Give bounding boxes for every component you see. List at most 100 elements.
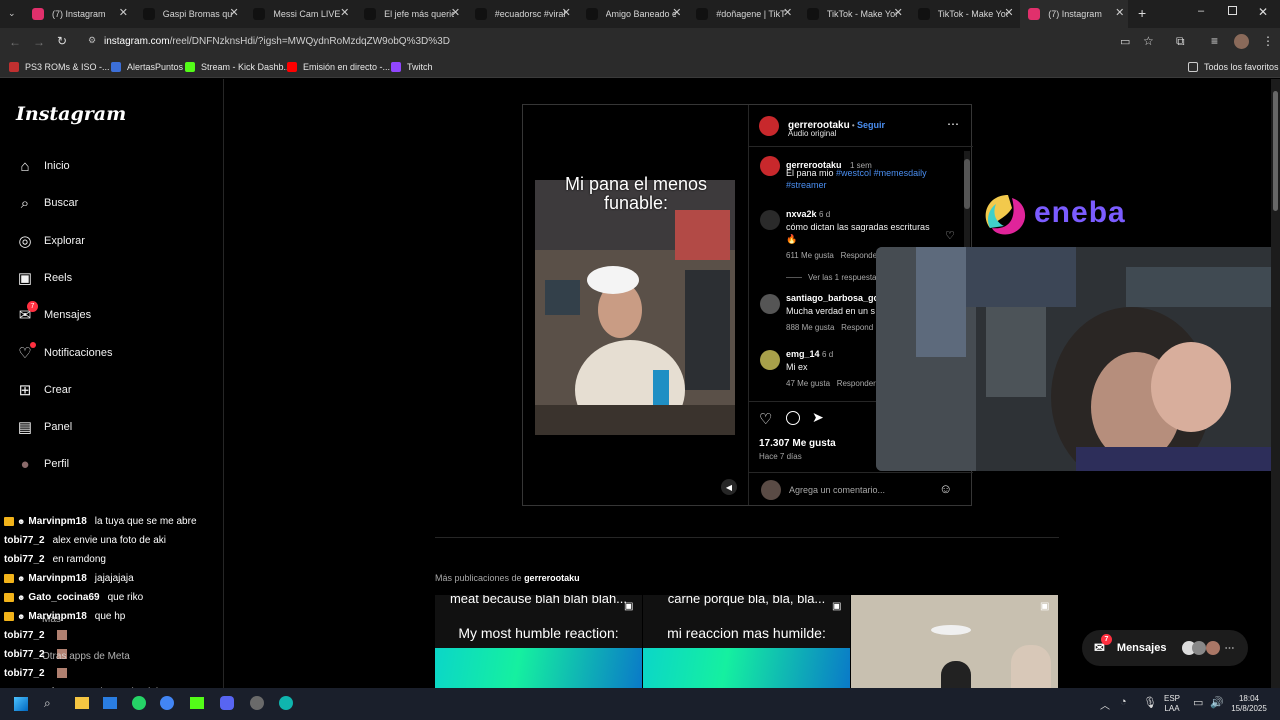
maximize-icon[interactable] — [1228, 6, 1237, 15]
sidebar-item-reels[interactable]: ▣ Reels — [16, 266, 72, 290]
comment-likes[interactable]: 47 Me gusta — [786, 379, 830, 388]
forward-icon[interactable]: → — [33, 35, 45, 49]
instagram-logo[interactable]: Instagram — [16, 103, 126, 125]
profile-avatar[interactable] — [1234, 34, 1249, 49]
store-icon[interactable] — [103, 697, 117, 709]
sidebar-item-explorar[interactable]: ◎ Explorar — [16, 229, 85, 253]
start-icon[interactable] — [14, 697, 28, 711]
media-control-icon[interactable]: ≡ — [1211, 34, 1218, 48]
language-indicator[interactable]: ESP LAA — [1164, 694, 1180, 714]
sidebar-item-notificaciones[interactable]: ♡ Notificaciones — [16, 341, 112, 365]
close-tab-icon[interactable]: ✕ — [119, 6, 128, 19]
more-posts-user[interactable]: gerrerootaku — [524, 573, 580, 583]
obs-icon[interactable] — [190, 697, 204, 709]
commenter-name[interactable]: emg_14 — [786, 349, 820, 359]
browser-tab[interactable]: #doñagene | TikT ✕ — [688, 0, 796, 28]
messages-button[interactable]: ✉ 7 Mensajes ⋯ — [1082, 630, 1248, 666]
close-tab-icon[interactable]: ✕ — [562, 6, 571, 19]
author-avatar[interactable] — [759, 116, 779, 136]
emoji-icon[interactable]: ☺ — [939, 481, 952, 496]
browser-menu-icon[interactable]: ⋮ — [1262, 34, 1274, 48]
close-window-icon[interactable]: ✕ — [1258, 5, 1268, 19]
browser-tab[interactable]: Messi Cam LIVE - ✕ — [245, 0, 353, 28]
url-field[interactable]: instagram.com/reel/DNFNzknsHdi/?igsh=MWQ… — [104, 31, 1124, 53]
more-post-thumb-2[interactable]: carne porque bla, bla, bla... mi reaccio… — [643, 595, 850, 688]
close-tab-icon[interactable]: ✕ — [451, 6, 460, 19]
browser-tab[interactable]: El jefe más queric ✕ — [356, 0, 464, 28]
bookmark-twitch[interactable]: Twitch — [391, 56, 433, 78]
browser-tab[interactable]: Amigo Baneado e ✕ — [578, 0, 686, 28]
volume-icon[interactable]: 🔊 — [1210, 696, 1224, 709]
new-tab-icon[interactable]: + — [1138, 5, 1146, 21]
bookmark-star-icon[interactable]: ☆ — [1143, 34, 1154, 48]
reel-video[interactable]: Mi pana el menos funable: ◀ — [523, 105, 748, 505]
network-icon[interactable]: ◔ — [1120, 696, 1127, 708]
whatsapp-icon[interactable] — [132, 696, 146, 710]
sidebar-item-mensajes[interactable]: ✉ 7 Mensajes — [16, 301, 91, 327]
comment-like-icon[interactable]: ♡ — [945, 229, 955, 242]
commenter-avatar[interactable] — [760, 210, 780, 230]
discord-icon[interactable] — [220, 696, 234, 710]
view-replies[interactable]: Ver las 1 respuestas — [808, 273, 880, 282]
page-scrollbar[interactable] — [1271, 79, 1280, 688]
sidebar-item-panel[interactable]: ▤ Panel — [16, 415, 72, 439]
commenter-name[interactable]: santiago_barbosa_gon — [786, 293, 885, 303]
other-apps-label[interactable]: Otras apps de Meta — [42, 651, 130, 662]
sidebar-item-inicio[interactable]: ⌂ Inicio — [16, 154, 69, 178]
reply-button[interactable]: Respond — [841, 323, 873, 332]
comment-likes[interactable]: 888 Me gusta — [786, 323, 834, 332]
comment-icon[interactable] — [786, 411, 800, 425]
microphone-icon[interactable]: 🎙 — [1143, 696, 1157, 709]
edge-icon[interactable] — [279, 696, 293, 710]
tab-list-chevron-icon[interactable]: ⌄ — [8, 8, 16, 19]
author-avatar[interactable] — [760, 156, 780, 176]
close-tab-icon[interactable]: ✕ — [1115, 6, 1124, 19]
mute-icon[interactable]: ◀ — [721, 479, 737, 495]
browser-tab[interactable]: #ecuadorsc #viral ✕ — [467, 0, 575, 28]
extensions-icon[interactable]: ⧉ — [1176, 34, 1185, 49]
sidebar-item-buscar[interactable]: ⌕ Buscar — [16, 191, 78, 215]
close-tab-icon[interactable]: ✕ — [1004, 6, 1013, 19]
audio-label[interactable]: Audio original — [788, 129, 836, 138]
commenter-avatar[interactable] — [760, 350, 780, 370]
comment-likes[interactable]: 611 Me gusta — [786, 251, 834, 260]
like-heart-icon[interactable]: ♡ — [759, 410, 772, 428]
browser-tab[interactable]: (7) Instagram ✕ — [24, 0, 132, 28]
reload-icon[interactable]: ↻ — [57, 34, 67, 48]
follow-button[interactable]: Seguir — [857, 120, 885, 130]
like-count[interactable]: 17.307 Me gusta — [759, 438, 836, 449]
tray-chevron-icon[interactable]: ︿ — [1100, 697, 1110, 712]
scrollbar-thumb[interactable] — [1273, 91, 1278, 211]
bookmark-youtube[interactable]: Emisión en directo -... — [287, 56, 390, 78]
close-tab-icon[interactable]: ✕ — [672, 6, 681, 19]
bookmark-ps3[interactable]: PS3 ROMs & ISO -... — [9, 56, 110, 78]
close-tab-icon[interactable]: ✕ — [894, 6, 903, 19]
more-options-icon[interactable]: ⋯ — [947, 117, 959, 131]
more-post-thumb-1[interactable]: meat because blah blah blah... My most h… — [435, 595, 642, 688]
browser-tab[interactable]: (7) Instagram ✕ — [1020, 0, 1129, 28]
cast-icon[interactable]: ▭ — [1120, 35, 1130, 48]
close-tab-icon[interactable]: ✕ — [783, 6, 792, 19]
site-info-icon[interactable]: ⚙ — [88, 35, 98, 45]
more-label[interactable]: Más — [42, 614, 61, 625]
display-icon[interactable]: ▭ — [1193, 696, 1203, 709]
bookmark-alertas[interactable]: AlertasPuntos — [111, 56, 183, 78]
share-icon[interactable]: ➤ — [812, 409, 824, 426]
browser-tab[interactable]: Gaspi Bromas qu ✕ — [135, 0, 243, 28]
back-icon[interactable]: ← — [9, 35, 21, 49]
commenter-avatar[interactable] — [760, 294, 780, 314]
clock[interactable]: 18:04 15/8/2025 — [1226, 694, 1272, 714]
commenter-name[interactable]: nxva2k — [786, 209, 817, 219]
app-icon[interactable] — [250, 696, 264, 710]
chrome-icon[interactable] — [160, 696, 174, 710]
sidebar-item-perfil[interactable]: ● Perfil — [16, 452, 69, 476]
sidebar-item-crear[interactable]: ⊞ Crear — [16, 378, 72, 402]
all-bookmarks[interactable]: Todos los favoritos — [1188, 56, 1279, 78]
minimize-icon[interactable]: – — [1198, 5, 1204, 17]
bookmark-kick[interactable]: Stream - Kick Dashb... — [185, 56, 291, 78]
reply-button[interactable]: Responder — [841, 251, 880, 260]
browser-tab[interactable]: TikTok - Make You ✕ — [799, 0, 907, 28]
close-tab-icon[interactable]: ✕ — [229, 6, 238, 19]
reply-button[interactable]: Responder — [837, 379, 876, 388]
file-explorer-icon[interactable] — [75, 697, 89, 709]
